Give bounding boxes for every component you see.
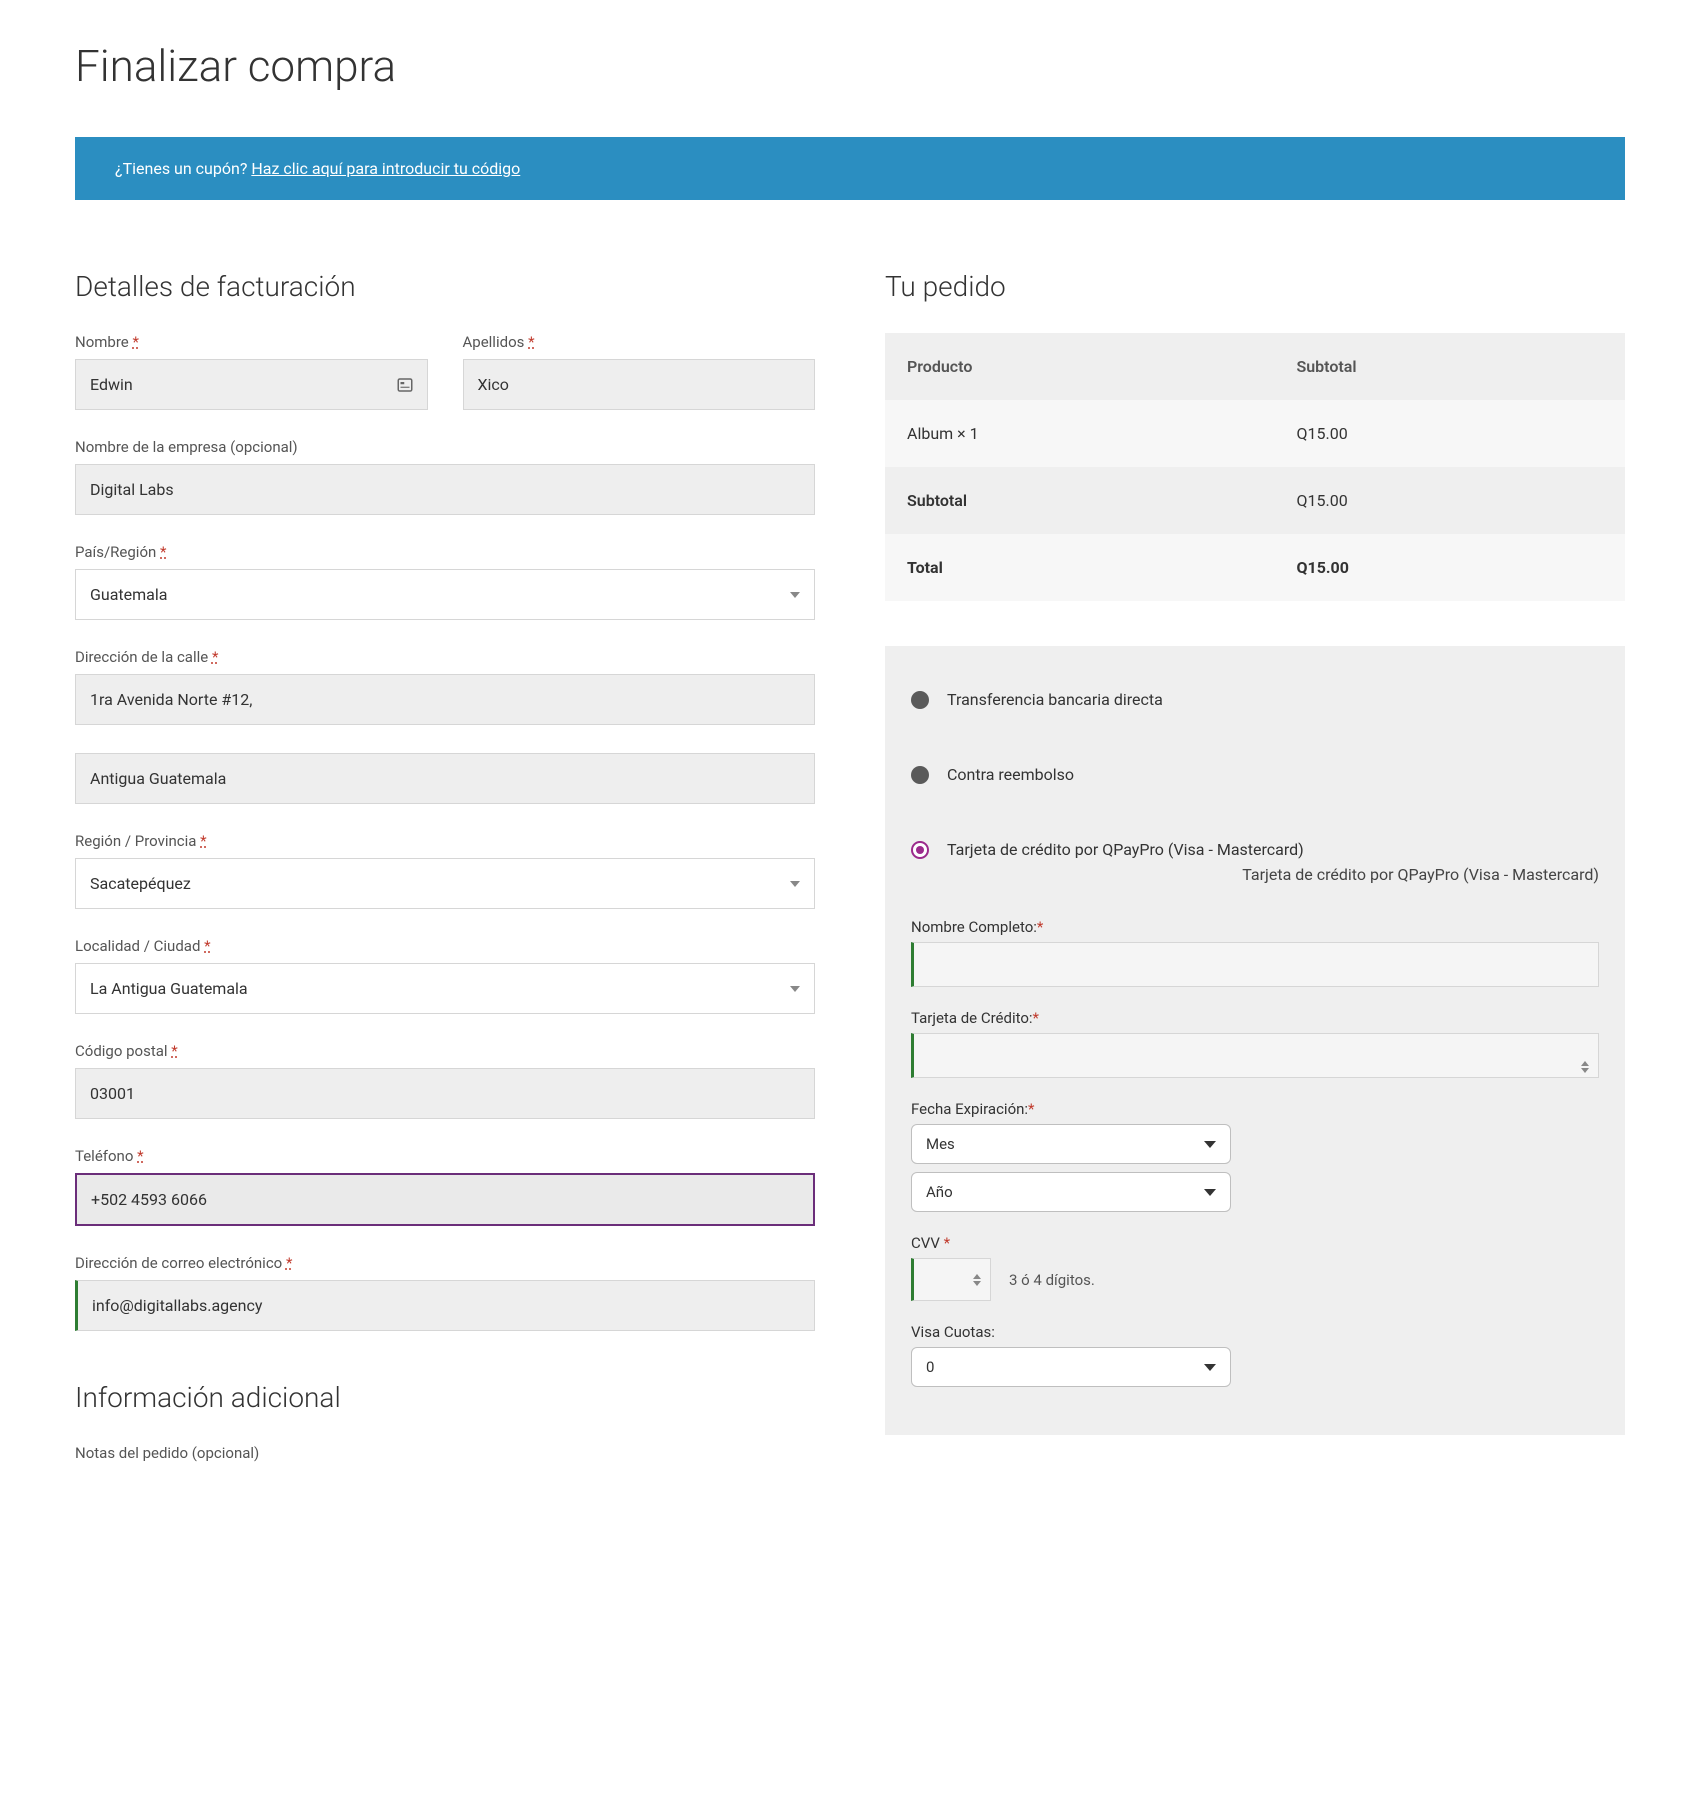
cc-exp-year-value: Año (926, 1183, 953, 1201)
chevron-down-icon (790, 881, 800, 887)
col-subtotal-header: Subtotal (1274, 333, 1625, 400)
table-row: Album × 1 Q15.00 (885, 400, 1625, 467)
visa-cuotas-select[interactable]: 0 (911, 1347, 1231, 1387)
country-value: Guatemala (90, 585, 167, 604)
chevron-down-icon (790, 986, 800, 992)
phone-input[interactable] (75, 1173, 815, 1226)
region-select[interactable]: Sacatepéquez (75, 858, 815, 909)
coupon-banner: ¿Tienes un cupón? Haz clic aquí para int… (75, 137, 1625, 200)
coupon-question: ¿Tienes un cupón? (115, 159, 251, 178)
cc-exp-label: Fecha Expiración:* (911, 1100, 1599, 1118)
spinner-icon (1581, 1061, 1589, 1073)
country-label: País/Región * (75, 543, 815, 561)
spinner-icon (973, 1274, 981, 1286)
first-name-label: Nombre * (75, 333, 428, 351)
street-label: Dirección de la calle * (75, 648, 815, 666)
radio-selected-icon (911, 841, 929, 859)
city-label: Localidad / Ciudad * (75, 937, 815, 955)
first-name-input[interactable] (75, 359, 428, 410)
table-row: Subtotal Q15.00 (885, 467, 1625, 534)
additional-heading: Información adicional (75, 1381, 815, 1414)
last-name-input[interactable] (463, 359, 816, 410)
order-summary-table: Producto Subtotal Album × 1 Q15.00 Subto… (885, 333, 1625, 601)
line-item-price: Q15.00 (1274, 400, 1625, 467)
country-select[interactable]: Guatemala (75, 569, 815, 620)
required-mark: * (286, 1254, 292, 1272)
postcode-label: Código postal * (75, 1042, 815, 1060)
required-mark: * (528, 333, 534, 351)
radio-icon (911, 691, 929, 709)
radio-icon (911, 766, 929, 784)
last-name-label: Apellidos * (463, 333, 816, 351)
street1-input[interactable] (75, 674, 815, 725)
required-mark: * (171, 1042, 177, 1060)
payment-option-cod[interactable]: Contra reembolso (907, 751, 1603, 798)
email-input[interactable] (75, 1280, 815, 1331)
cc-number-label: Tarjeta de Crédito:* (911, 1009, 1599, 1027)
chevron-down-icon (1204, 1189, 1216, 1196)
chevron-down-icon (1204, 1141, 1216, 1148)
order-heading: Tu pedido (885, 270, 1625, 303)
cc-name-label: Nombre Completo:* (911, 918, 1599, 936)
company-label: Nombre de la empresa (opcional) (75, 438, 815, 456)
subtotal-value: Q15.00 (1274, 467, 1625, 534)
cvv-help-text: 3 ó 4 dígitos. (1009, 1271, 1095, 1289)
table-row: Total Q15.00 (885, 534, 1625, 601)
page-title: Finalizar compra (75, 40, 1625, 92)
payment-methods: Transferencia bancaria directa Contra re… (885, 646, 1625, 1435)
phone-label: Teléfono * (75, 1147, 815, 1165)
required-mark: * (160, 543, 166, 561)
cc-exp-year-select[interactable]: Año (911, 1172, 1231, 1212)
order-notes-label: Notas del pedido (opcional) (75, 1444, 815, 1462)
email-label: Dirección de correo electrónico * (75, 1254, 815, 1272)
cvv-label: CVV * (911, 1234, 1599, 1252)
street2-input[interactable] (75, 753, 815, 804)
chevron-down-icon (790, 592, 800, 598)
total-label: Total (885, 534, 1274, 601)
payment-option-label: Tarjeta de crédito por QPayPro (Visa - M… (947, 840, 1304, 859)
required-mark: * (137, 1147, 143, 1165)
line-item-name: Album × 1 (885, 400, 1274, 467)
region-label: Región / Provincia * (75, 832, 815, 850)
credit-card-form: Nombre Completo:* Tarjeta de Crédito:* F… (907, 914, 1603, 1387)
city-value: La Antigua Guatemala (90, 979, 248, 998)
required-mark: * (132, 333, 138, 351)
required-mark: * (204, 937, 210, 955)
visa-cuotas-label: Visa Cuotas: (911, 1323, 1599, 1341)
subtotal-label: Subtotal (885, 467, 1274, 534)
total-value: Q15.00 (1274, 534, 1625, 601)
cc-exp-month-select[interactable]: Mes (911, 1124, 1231, 1164)
cc-exp-month-value: Mes (926, 1135, 955, 1153)
payment-option-bank-transfer[interactable]: Transferencia bancaria directa (907, 676, 1603, 723)
required-mark: * (200, 832, 206, 850)
postcode-input[interactable] (75, 1068, 815, 1119)
required-mark: * (212, 648, 218, 666)
contact-card-icon (396, 376, 414, 394)
payment-option-label: Transferencia bancaria directa (947, 690, 1163, 709)
city-select[interactable]: La Antigua Guatemala (75, 963, 815, 1014)
chevron-down-icon (1204, 1364, 1216, 1371)
cc-name-input[interactable] (911, 942, 1599, 987)
cc-number-input[interactable] (911, 1033, 1599, 1078)
payment-card-description: Tarjeta de crédito por QPayPro (Visa - M… (907, 865, 1599, 884)
company-input[interactable] (75, 464, 815, 515)
visa-cuotas-value: 0 (926, 1358, 934, 1376)
region-value: Sacatepéquez (90, 874, 191, 893)
payment-option-label: Contra reembolso (947, 765, 1074, 784)
col-product-header: Producto (885, 333, 1274, 400)
coupon-link[interactable]: Haz clic aquí para introducir tu código (251, 159, 520, 178)
billing-heading: Detalles de facturación (75, 270, 815, 303)
